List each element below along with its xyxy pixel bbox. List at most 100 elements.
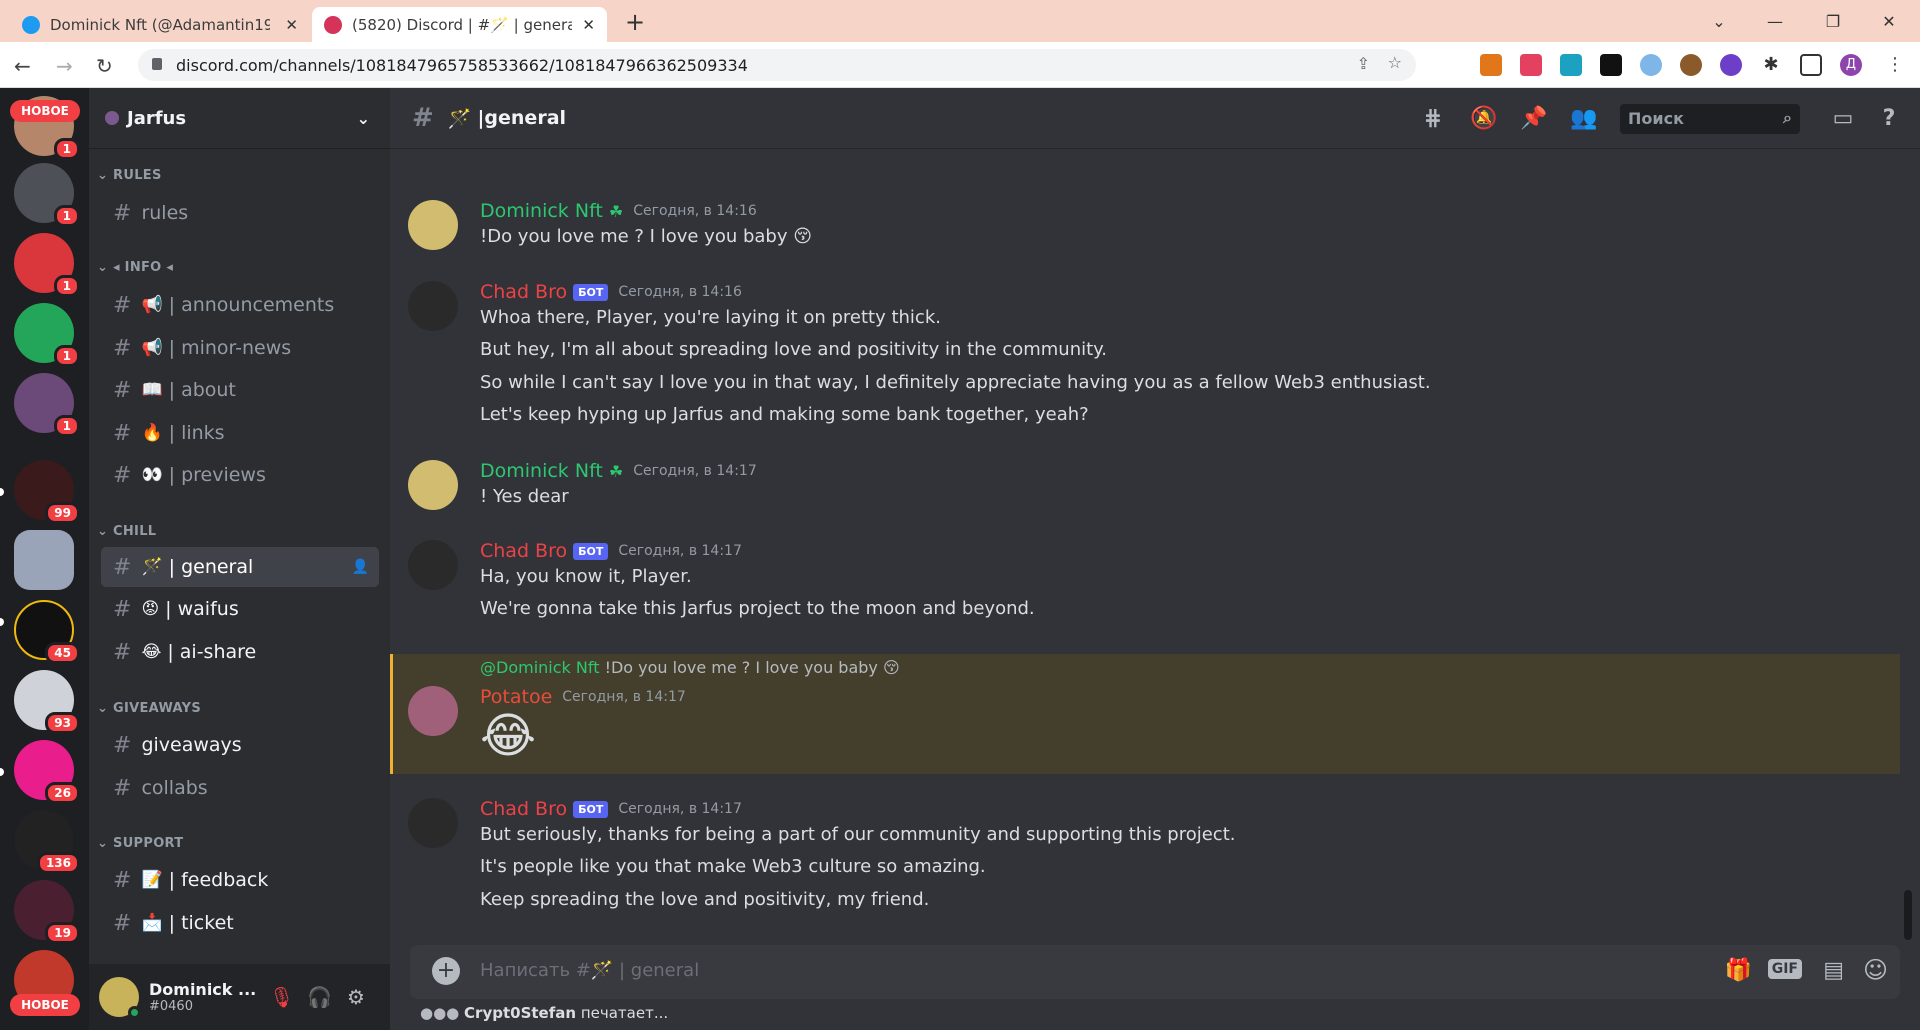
extension-icon[interactable]: [1720, 54, 1742, 76]
extension-icon[interactable]: [1640, 54, 1662, 76]
channel-rules[interactable]: # rules: [101, 193, 379, 233]
channel-minor-news[interactable]: # 📢 | minor-news: [101, 328, 379, 368]
channel-previews[interactable]: # 👀 | previews: [101, 455, 379, 495]
share-icon[interactable]: ⇪: [1357, 54, 1370, 73]
mute-mic-icon[interactable]: 🎙: [269, 985, 294, 1009]
scrollbar[interactable]: [1904, 890, 1912, 940]
hash-icon: #: [412, 103, 434, 133]
server-icon[interactable]: 1: [14, 303, 80, 367]
extension-icon[interactable]: [1520, 54, 1542, 76]
add-attachment-icon[interactable]: +: [432, 957, 460, 985]
sticker-icon[interactable]: ▤: [1823, 958, 1844, 983]
server-icon[interactable]: 1: [14, 373, 80, 437]
channel-ticket[interactable]: # 📩 | ticket: [101, 903, 379, 943]
avatar[interactable]: [99, 977, 141, 1019]
server-icon[interactable]: 26: [14, 740, 80, 804]
guild-name: Jarfus: [127, 107, 187, 129]
message-author[interactable]: Chad Bro: [480, 281, 567, 303]
inbox-icon[interactable]: ▭: [1830, 106, 1856, 132]
close-tab-icon[interactable]: ✕: [285, 16, 298, 34]
server-icon[interactable]: 136: [14, 810, 80, 874]
channel-about[interactable]: # 📖 | about: [101, 370, 379, 410]
search-input[interactable]: Поиск ⌕: [1620, 104, 1800, 134]
browser-tab-strip: Dominick Nft (@Adamantin1991 ✕ (5820) Di…: [0, 0, 1920, 42]
avatar[interactable]: [408, 200, 458, 250]
forward-icon[interactable]: →: [56, 54, 73, 78]
message-author[interactable]: Chad Bro: [480, 798, 567, 820]
message-timestamp: Сегодня, в 14:16: [618, 284, 742, 300]
channel-general[interactable]: # 🪄 | general 👤: [101, 547, 379, 587]
reply-preview[interactable]: @Dominick Nft !Do you love me ? I love y…: [480, 658, 900, 677]
category-chill[interactable]: ⌄ CHILL: [97, 524, 156, 539]
browser-tab-twitter[interactable]: Dominick Nft (@Adamantin1991 ✕: [10, 7, 310, 42]
avatar[interactable]: [408, 686, 458, 736]
minimize-button[interactable]: —: [1752, 0, 1798, 42]
url-field[interactable]: discord.com/channels/1081847965758533662…: [138, 49, 1416, 81]
metamask-extension-icon[interactable]: [1480, 54, 1502, 76]
extension-icon[interactable]: [1600, 54, 1622, 76]
threads-icon[interactable]: ⋕: [1420, 106, 1446, 132]
maximize-button[interactable]: ❐: [1810, 0, 1856, 42]
channel-collabs[interactable]: # collabs: [101, 768, 379, 808]
message-author[interactable]: Potatoe: [480, 686, 552, 708]
message-text: So while I can't say I love you in that …: [480, 372, 1431, 393]
server-icon[interactable]: 1: [14, 233, 80, 297]
close-window-button[interactable]: ✕: [1866, 0, 1912, 42]
notification-bell-muted-icon[interactable]: 🔕: [1470, 106, 1497, 132]
channel-links[interactable]: # 🔥 | links: [101, 413, 379, 453]
channel-feedback[interactable]: # 📝 | feedback: [101, 860, 379, 900]
server-icon[interactable]: 99: [14, 460, 80, 524]
server-icon-selected[interactable]: [14, 530, 74, 590]
gift-icon[interactable]: 🎁: [1725, 958, 1752, 983]
server-icon[interactable]: 19: [14, 880, 80, 944]
close-tab-icon[interactable]: ✕: [582, 16, 595, 34]
reload-icon[interactable]: ↻: [96, 54, 113, 78]
message-author[interactable]: Dominick Nft: [480, 200, 603, 222]
message-author[interactable]: Dominick Nft: [480, 460, 603, 482]
profile-avatar[interactable]: Д: [1840, 54, 1862, 76]
avatar[interactable]: [408, 798, 458, 848]
message-author[interactable]: Chad Bro: [480, 540, 567, 562]
category-rules[interactable]: ⌄ RULES: [97, 168, 162, 183]
user-name: Dominick ...: [149, 980, 257, 999]
back-icon[interactable]: ←: [14, 54, 31, 78]
extension-icon[interactable]: [1560, 54, 1582, 76]
browser-tab-discord[interactable]: (5820) Discord | #🪄 | general | Ja ✕: [312, 7, 607, 42]
channel-ai-share[interactable]: # 😂 | ai-share: [101, 632, 379, 672]
user-tag: #0460: [149, 999, 193, 1014]
server-icon[interactable]: 1: [14, 163, 80, 227]
address-bar-row: ← → ↻ discord.com/channels/1081847965758…: [0, 42, 1920, 88]
message-text: But seriously, thanks for being a part o…: [480, 824, 1236, 845]
guild-header[interactable]: Jarfus ⌄: [89, 88, 390, 149]
channel-waifus[interactable]: # 😡 | waifus: [101, 589, 379, 629]
browser-menu-icon[interactable]: ⋮: [1884, 54, 1906, 76]
help-icon[interactable]: ?: [1876, 106, 1902, 132]
avatar[interactable]: [408, 540, 458, 590]
avatar[interactable]: [408, 460, 458, 510]
sidepanel-icon[interactable]: [1800, 54, 1822, 76]
hash-icon: #: [113, 377, 132, 403]
plant-badge-icon: ☘: [608, 201, 624, 221]
settings-gear-icon[interactable]: ⚙: [347, 985, 365, 1009]
category-giveaways[interactable]: ⌄ GIVEAWAYS: [97, 701, 201, 716]
extensions-puzzle-icon[interactable]: ✱: [1760, 54, 1782, 76]
avatar[interactable]: [408, 281, 458, 331]
category-support[interactable]: ⌄ SUPPORT: [97, 836, 183, 851]
headphones-icon[interactable]: 🎧: [307, 985, 332, 1009]
bookmark-star-icon[interactable]: ☆: [1388, 53, 1402, 72]
category-info[interactable]: ⌄ ◂ INFO ◂: [97, 260, 173, 275]
server-icon[interactable]: 93: [14, 670, 80, 734]
pin-icon[interactable]: 📌: [1520, 106, 1547, 132]
message-input[interactable]: Написать #🪄 | general: [480, 960, 699, 981]
channel-announcements[interactable]: # 📢 | announcements: [101, 285, 379, 325]
tab-search-icon[interactable]: ⌄: [1696, 0, 1742, 42]
server-icon[interactable]: 45: [14, 600, 80, 664]
cookie-extension-icon[interactable]: [1680, 54, 1702, 76]
channel-giveaways[interactable]: # giveaways: [101, 725, 379, 765]
hash-icon: #: [113, 910, 132, 936]
gif-button[interactable]: GIF: [1767, 959, 1802, 979]
new-tab-button[interactable]: +: [625, 8, 645, 36]
member-list-icon[interactable]: 👥: [1570, 106, 1597, 132]
emoji-picker-icon[interactable]: ☺: [1863, 956, 1888, 984]
invite-member-icon[interactable]: 👤: [352, 559, 369, 575]
